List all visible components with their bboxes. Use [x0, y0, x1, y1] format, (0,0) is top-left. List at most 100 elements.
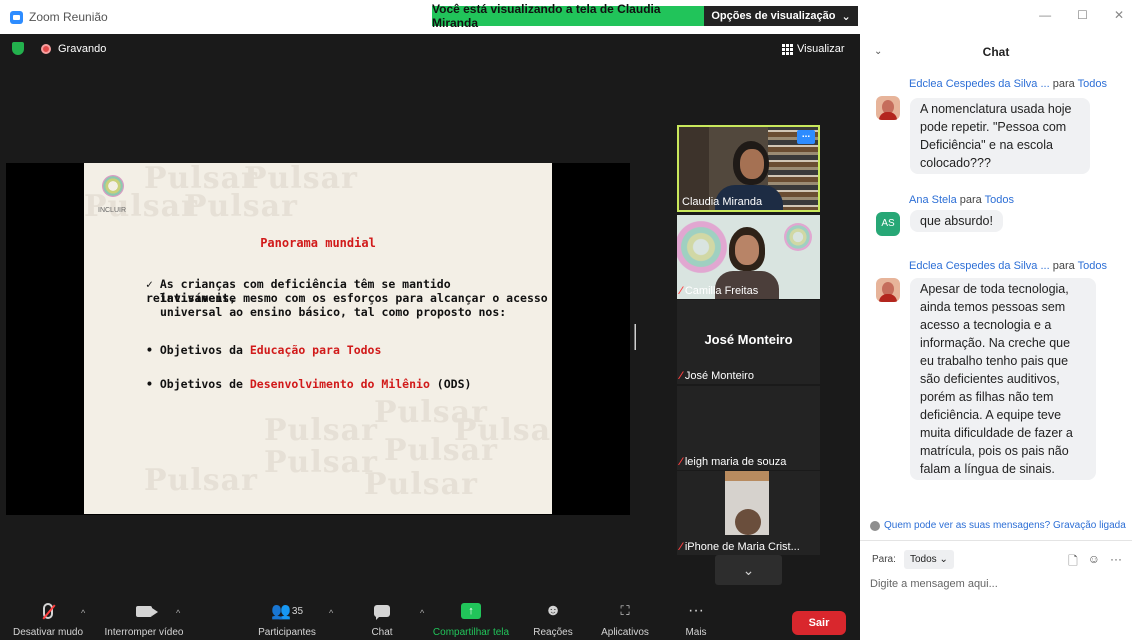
recipient-name: Todos	[984, 194, 1015, 206]
watermark-text: Pulsar	[264, 445, 378, 480]
unmute-button[interactable]: ^ Desativar mudo	[8, 596, 88, 640]
chevron-up-icon[interactable]: ^	[81, 608, 85, 618]
view-options-button[interactable]: Opções de visualização ⌄	[704, 6, 858, 26]
unmute-label: Desativar mudo	[12, 627, 84, 638]
more-options-icon[interactable]: ...	[797, 130, 815, 144]
app-title-text: Zoom Reunião	[29, 10, 108, 24]
slide-paragraph-line: universal ao ensino básico, tal como pro…	[160, 305, 507, 319]
participant-name-tag: Claudia Miranda	[682, 196, 762, 208]
watermark-text: Pulsar	[454, 413, 552, 448]
participant-tile[interactable]: José Monteiro ⁄ José Monteiro	[677, 300, 820, 384]
participant-tile[interactable]: ⁄ iPhone de Maria Crist...	[677, 471, 820, 555]
to-word: para	[959, 194, 982, 206]
participants-button[interactable]: 👥 35 ^ Participantes	[248, 596, 333, 640]
message-header: Edclea Cespedes da Silva ... para Todos	[909, 78, 1107, 90]
apps-label: Aplicativos	[601, 627, 649, 638]
view-options-label: Opções de visualização	[711, 10, 836, 22]
to-word: para	[1052, 260, 1075, 272]
stop-video-label: Interromper vídeo	[104, 627, 184, 638]
privacy-notice[interactable]: Quem pode ver as suas mensagens? Gravaçã…	[870, 520, 1126, 531]
participant-name-tag: ⁄ leigh maria de souza	[680, 456, 786, 468]
mic-muted-icon: ⁄	[680, 285, 682, 297]
chevron-down-icon: ⌄	[742, 562, 755, 578]
shield-icon[interactable]	[12, 42, 24, 55]
chevron-down-icon: ⌄	[841, 10, 851, 23]
reactions-label: Reações	[533, 627, 573, 638]
avatar	[876, 96, 900, 120]
more-button[interactable]: ··· Mais	[676, 596, 716, 640]
logo-text: INCLUIR	[98, 207, 127, 214]
participants-count: 35	[291, 605, 304, 617]
view-button-label: Visualizar	[797, 43, 845, 55]
privacy-text: Quem pode ver as suas mensagens? Gravaçã…	[884, 520, 1126, 531]
split-resize-handle[interactable]	[634, 324, 636, 350]
meeting-toolbar: ^ Desativar mudo ^ Interromper vídeo 👥 35…	[0, 596, 860, 640]
recipient-select[interactable]: Todos ⌄	[904, 550, 954, 569]
meeting-area: Zoom Reunião Você está visualizando a te…	[0, 0, 860, 640]
participant-tile[interactable]: ... Claudia Miranda	[677, 125, 820, 212]
sender-name[interactable]: Edclea Cespedes da Silva ...	[909, 260, 1050, 272]
file-icon[interactable]: 🗋	[1068, 552, 1078, 573]
incluir-logo-background	[677, 217, 731, 277]
chevron-up-icon[interactable]: ^	[420, 608, 424, 618]
watermark-text: Pulsar	[264, 413, 378, 448]
stop-video-button[interactable]: ^ Interromper vídeo	[96, 596, 192, 640]
share-screen-button[interactable]: ↑ Compartilhar tela	[426, 596, 516, 640]
participant-name: leigh maria de souza	[684, 456, 787, 468]
slide-title: Panorama mundial	[260, 236, 376, 250]
app-title: Zoom Reunião	[10, 10, 108, 24]
chat-title: Chat	[982, 45, 1010, 59]
mic-muted-icon	[43, 603, 53, 619]
chevron-down-icon: ⌄	[939, 554, 948, 565]
sender-name[interactable]: Edclea Cespedes da Silva ...	[909, 78, 1050, 90]
chat-icon	[374, 605, 390, 620]
leave-button[interactable]: Sair	[792, 611, 846, 635]
presentation-slide: Pulsar Pulsar Pulsar Pulsar Pulsar Pulsa…	[84, 163, 552, 514]
participant-name-tag: ⁄ iPhone de Maria Crist...	[680, 541, 800, 553]
instituto-incluir-logo	[102, 175, 124, 197]
title-bar: Zoom Reunião Você está visualizando a te…	[0, 0, 860, 34]
chevron-up-icon[interactable]: ^	[329, 608, 333, 618]
chat-button[interactable]: ^ Chat	[362, 596, 424, 640]
apps-button[interactable]: ⛶ Aplicativos	[596, 596, 654, 640]
scroll-participants-down-button[interactable]: ⌄	[715, 555, 782, 585]
recipient-select-value: Todos	[910, 554, 937, 565]
minimize-icon[interactable]: —	[1039, 8, 1051, 22]
recipient-name: Todos	[1077, 260, 1107, 272]
bullet-highlight: Educação para Todos	[249, 343, 382, 357]
participant-tile[interactable]: ⁄ Camilla Freitas	[677, 215, 820, 299]
reactions-button[interactable]: ☻ Reações	[530, 596, 576, 640]
sender-name[interactable]: Ana Stela	[909, 194, 957, 206]
view-button[interactable]: Visualizar	[782, 43, 845, 55]
maximize-icon[interactable]: ☐	[1077, 8, 1088, 22]
participant-name: iPhone de Maria Crist...	[684, 541, 800, 553]
emoji-icon[interactable]: ☺	[1088, 552, 1100, 573]
chevron-up-icon[interactable]: ^	[176, 608, 180, 618]
bullet-highlight: Desenvolvimento do Milênio	[249, 377, 430, 391]
participant-name: Claudia Miranda	[682, 196, 763, 208]
bullet-text: • Objetivos da	[146, 343, 250, 357]
meeting-top-bar	[0, 34, 860, 64]
message-bubble: A nomenclatura usada hoje pode repetir. …	[910, 98, 1090, 174]
bullet-text: • Objetivos de	[146, 377, 250, 391]
participant-name-tag: ⁄ José Monteiro	[680, 370, 754, 382]
window-controls: — ☐ ✕	[1039, 8, 1124, 22]
chat-panel: — ☐ ✕ ⌄ Chat Edclea Cespedes da Silva ..…	[860, 0, 1132, 640]
share-banner: Você está visualizando a tela de Claudia…	[432, 2, 704, 30]
message-header: Ana Stela para Todos	[909, 194, 1014, 206]
chat-message-input[interactable]	[870, 574, 1120, 594]
more-icon[interactable]: ···	[1110, 552, 1122, 573]
participant-name: Camilla Freitas	[684, 285, 759, 297]
close-icon[interactable]: ✕	[1114, 8, 1124, 22]
participant-tile[interactable]: ⁄ leigh maria de souza	[677, 386, 820, 470]
recording-label[interactable]: Gravando	[58, 43, 106, 55]
mic-muted-icon: ⁄	[680, 541, 682, 553]
watermark-text: Pulsar	[144, 463, 258, 498]
watermark-text: Pulsar	[184, 189, 298, 224]
watermark-text: Pulsar	[364, 467, 478, 502]
divider	[860, 540, 1132, 541]
participant-video	[725, 471, 769, 535]
chat-label: Chat	[371, 627, 393, 638]
slide-bullet: • Objetivos da Educação para Todos	[146, 343, 381, 357]
record-icon	[41, 44, 51, 54]
